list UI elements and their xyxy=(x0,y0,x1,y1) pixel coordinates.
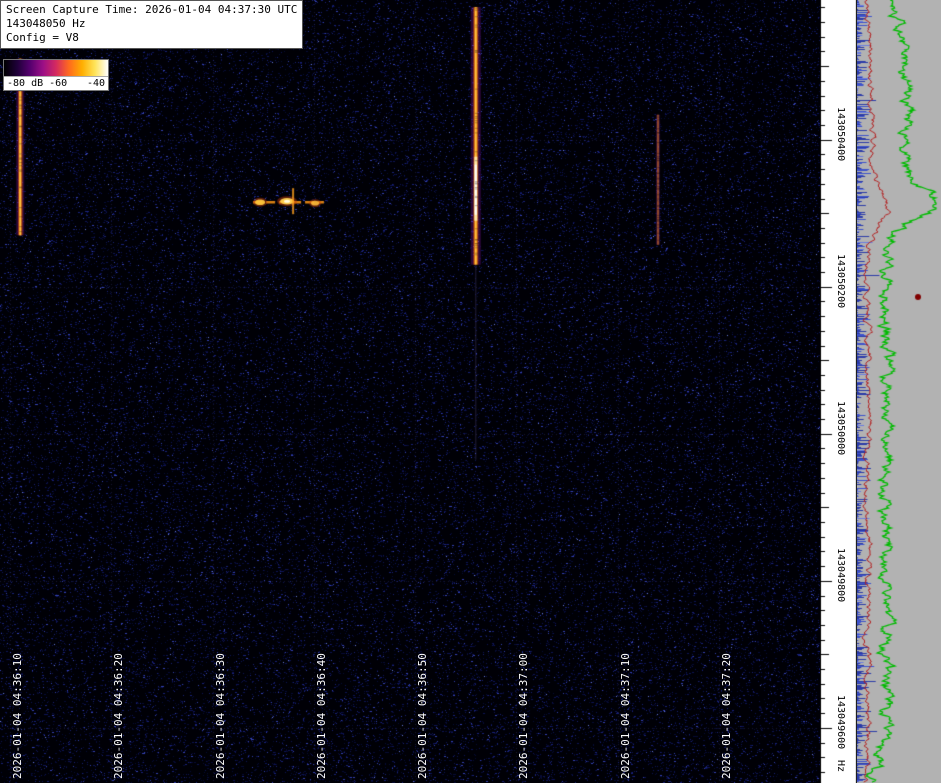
time-tick-label: 2026-01-04 04:36:50 xyxy=(416,653,430,779)
capture-time-text: Screen Capture Time: 2026-01-04 04:37:30… xyxy=(6,3,298,16)
freq-tick-label: 143049800 xyxy=(835,547,846,602)
spectrogram-waterfall: 2026-01-04 04:36:10 2026-01-04 04:36:20 20… xyxy=(0,0,820,783)
config-text: Config = V8 xyxy=(6,31,79,44)
time-tick-label: 2026-01-04 04:37:10 xyxy=(618,653,632,779)
colorbar-label-left: -80 dB -60 xyxy=(7,78,68,89)
time-tick-label: 2026-01-04 04:37:00 xyxy=(517,653,531,779)
colorbar-label-right: -40 xyxy=(86,78,105,89)
time-tick-label: 2026-01-04 04:36:20 xyxy=(112,653,126,779)
colorbar-gradient xyxy=(4,60,108,77)
capture-info-box: Screen Capture Time: 2026-01-04 04:37:30… xyxy=(0,0,304,49)
freq-tick-label: 143049600 xyxy=(835,694,846,750)
colorbar-labels: -80 dB -60 -40 xyxy=(4,77,108,90)
center-frequency-text: 143048050 Hz xyxy=(6,17,86,30)
time-tick-label: 2026-01-04 04:36:30 xyxy=(213,653,227,779)
time-tick-label: 2026-01-04 04:37:20 xyxy=(719,653,733,779)
freq-tick-label: 143050400 xyxy=(835,106,846,161)
spectrum-panel xyxy=(857,0,941,783)
freq-tick-label: 143050000 xyxy=(835,400,846,455)
frequency-ruler: 143050400 143050200 143050000 143049800 1430… xyxy=(820,0,857,783)
freq-unit-label: Hz xyxy=(835,760,846,773)
time-tick-label: 2026-01-04 04:36:40 xyxy=(314,653,328,779)
spectrum-canvas xyxy=(857,0,941,783)
time-tick-label: 2026-01-04 04:36:10 xyxy=(11,653,25,779)
freq-tick-label: 143050200 xyxy=(835,253,846,308)
colorbar: -80 dB -60 -40 xyxy=(3,59,109,91)
